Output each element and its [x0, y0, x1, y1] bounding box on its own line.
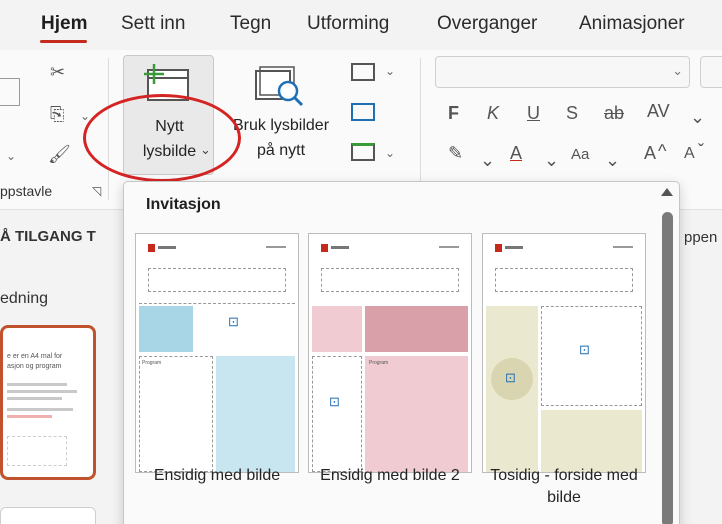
outline-heading: edning [0, 290, 49, 307]
cut-icon[interactable]: ✂ [50, 63, 65, 81]
font-family-select[interactable]: ⌄ [435, 56, 690, 88]
date-mark [613, 246, 633, 248]
program-label: Program [142, 360, 162, 366]
date-mark [266, 246, 286, 248]
highlight-chevron-icon[interactable]: ⌄ [480, 150, 495, 171]
tab-tegn[interactable]: Tegn [230, 13, 271, 35]
title-placeholder [148, 268, 286, 292]
content-placeholder [139, 356, 213, 472]
character-spacing-button[interactable]: AV [647, 101, 670, 122]
new-slide-layout-gallery: Invitasjon ⊡ Program Ensidig med bilde ⊡… [123, 181, 680, 524]
change-case-chevron-icon[interactable]: ⌄ [605, 150, 620, 171]
logo-text-mark [505, 246, 523, 249]
annotation-circle [83, 94, 241, 182]
program-label: Program [369, 360, 389, 366]
clipboard-group-label: ppstavle [0, 183, 53, 199]
strikethrough-button[interactable]: ab [604, 103, 624, 124]
picture-placeholder-icon: ⊡ [505, 370, 516, 385]
tab-utforming[interactable]: Utforming [307, 13, 389, 35]
picture-placeholder-icon: ⊡ [329, 394, 340, 409]
reuse-slides-button[interactable]: Bruk lysbilder på nytt [222, 55, 340, 175]
gallery-section-title: Invitasjon [146, 196, 221, 213]
thumbnail-text: e er en A4 mal for asjon og program [7, 353, 63, 370]
logo-icon [148, 244, 155, 252]
font-color-icon[interactable]: A [510, 143, 522, 164]
grow-font-button[interactable]: A [644, 143, 656, 164]
image-block [312, 306, 362, 352]
paste-dropdown-icon[interactable]: ⌄ [6, 150, 16, 162]
underline-button[interactable]: U [527, 103, 540, 124]
quick-access-heading: Å TILGANG T [0, 228, 96, 245]
image-block [139, 306, 193, 352]
group-divider [420, 58, 421, 200]
paste-icon[interactable] [0, 78, 20, 106]
title-placeholder [321, 268, 459, 292]
scroll-thumb[interactable] [662, 212, 673, 524]
highlight-icon[interactable]: ✎ [448, 143, 463, 164]
logo-text-mark [331, 246, 349, 249]
layout-thumbnail-3[interactable]: ⊡ ⊡ [482, 233, 646, 473]
thumbnail-line [7, 390, 77, 393]
image-block [365, 356, 468, 472]
format-painter-icon[interactable]: 🖌 [48, 145, 71, 163]
copy-icon[interactable]: ⎘ [50, 105, 64, 123]
section-dropdown-icon[interactable]: ⌄ [385, 147, 395, 159]
logo-icon [321, 244, 328, 252]
font-color-chevron-icon[interactable]: ⌄ [544, 150, 559, 171]
layout-thumbnail-2[interactable]: ⊡ Program [308, 233, 472, 473]
layout-label-3: Tosidig - forside med bilde [490, 467, 638, 506]
thumbnail-image-placeholder [7, 436, 67, 466]
scroll-up-arrow-icon[interactable] [661, 188, 673, 196]
ribbon-tab-bar: Hjem Sett inn Tegn Utforming Overganger … [0, 0, 722, 50]
content-placeholder [312, 356, 362, 472]
layout-label-1: Ensidig med bilde [153, 467, 281, 484]
layout-icon[interactable] [351, 63, 375, 81]
tab-overganger[interactable]: Overganger [437, 13, 537, 35]
thumbnail-line [7, 415, 52, 418]
thumbnail-line [7, 397, 62, 400]
font-size-select[interactable] [700, 56, 722, 88]
picture-placeholder-icon: ⊡ [228, 314, 239, 329]
bold-button[interactable]: F [448, 103, 459, 124]
thumbnail-line [7, 383, 67, 386]
slide-thumbnail[interactable] [0, 507, 96, 524]
logo-icon [495, 244, 502, 252]
content-placeholder [541, 306, 642, 406]
layout-label-2: Ensidig med bilde 2 [320, 467, 460, 484]
group-label-fragment: ppen [684, 229, 718, 246]
shrink-font-button[interactable]: A [684, 145, 695, 163]
image-block [365, 306, 468, 352]
tab-animasjoner[interactable]: Animasjoner [579, 13, 685, 35]
reset-icon[interactable] [351, 103, 375, 121]
slide-thumbnail-selected[interactable]: e er en A4 mal for asjon og program [0, 325, 96, 480]
grow-font-caret-icon: ^ [658, 141, 667, 161]
italic-button[interactable]: K [487, 103, 499, 124]
active-tab-indicator [40, 40, 87, 43]
shrink-font-caret-icon: ˇ [698, 141, 704, 161]
layout-dropdown-icon[interactable]: ⌄ [385, 65, 395, 77]
change-case-button[interactable]: Aa [571, 146, 589, 163]
thumbnail-line [7, 408, 73, 411]
section-icon[interactable] [351, 143, 375, 161]
layout-thumbnail-1[interactable]: ⊡ Program [135, 233, 299, 473]
picture-placeholder-icon: ⊡ [579, 342, 590, 357]
image-block [541, 410, 642, 472]
title-placeholder [495, 268, 633, 292]
font-family-chevron-icon: ⌄ [672, 63, 683, 78]
character-spacing-chevron-icon[interactable]: ⌄ [690, 107, 705, 128]
divider-line [139, 303, 295, 304]
tab-hjem[interactable]: Hjem [41, 13, 87, 35]
gallery-scrollbar[interactable] [655, 182, 679, 524]
text-shadow-button[interactable]: S [566, 103, 578, 124]
logo-text-mark [158, 246, 176, 249]
date-mark [439, 246, 459, 248]
reuse-slides-icon [255, 66, 304, 107]
clipboard-launcher-icon[interactable]: ◹ [92, 184, 101, 198]
tab-sett-inn[interactable]: Sett inn [121, 13, 185, 35]
image-block [216, 356, 295, 472]
